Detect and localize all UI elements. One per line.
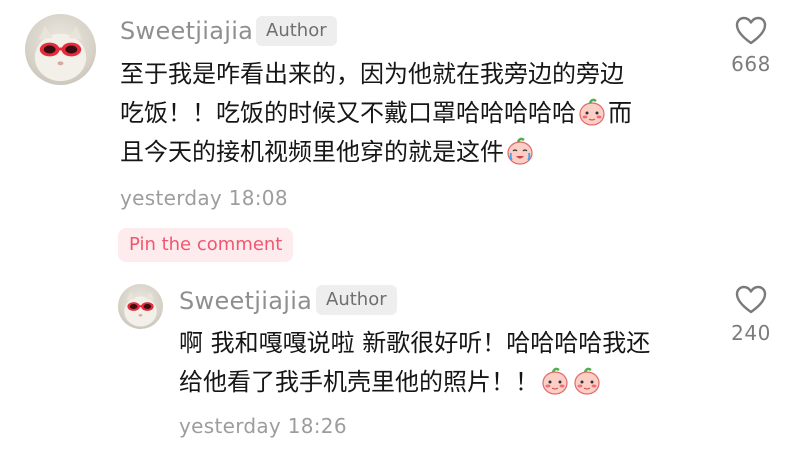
- heart-outline-icon: [735, 285, 767, 314]
- comment-line-text: 而: [608, 99, 632, 127]
- comment-thread: Sweetjiajia Author 至于我是咋看出来的，因为他就在我旁边的旁边…: [0, 0, 800, 452]
- reply-line-text: 给他看了我手机壳里他的照片！！: [179, 368, 539, 396]
- avatar-cat-icon: [124, 291, 157, 327]
- crying-laughing-peach-emoji: [505, 136, 535, 166]
- comment-line: 且今天的接机视频里他穿的就是这件: [120, 133, 536, 172]
- author-badge: Author: [316, 285, 397, 315]
- heart-outline-icon: [735, 16, 767, 45]
- like-count: 668: [731, 52, 771, 76]
- comment-username[interactable]: Sweetjiajia: [120, 19, 253, 43]
- blushing-peach-emoji: [540, 366, 570, 396]
- reply-like-button[interactable]: 240: [716, 285, 786, 345]
- pin-comment-button[interactable]: Pin the comment: [118, 228, 294, 262]
- comment-line: 吃饭！！吃饭的时候又不戴口罩哈哈哈哈哈 而: [120, 94, 632, 133]
- like-button[interactable]: 668: [716, 16, 786, 76]
- reply-line: 给他看了我手机壳里他的照片！！: [179, 363, 603, 402]
- comment-timestamp: yesterday 18:08: [120, 186, 288, 210]
- blushing-peach-emoji: [577, 97, 607, 127]
- author-badge: Author: [256, 16, 337, 46]
- reply-line: 啊 我和嘎嘎说啦 新歌很好听！哈哈哈哈我还: [179, 329, 651, 357]
- avatar-cat-icon: [34, 25, 87, 82]
- reply-username[interactable]: Sweetjiajia: [179, 289, 312, 313]
- reply-timestamp: yesterday 18:26: [179, 414, 347, 438]
- avatar[interactable]: [25, 14, 96, 85]
- reply-avatar[interactable]: [118, 284, 163, 329]
- blushing-peach-emoji: [572, 366, 602, 396]
- reply-like-count: 240: [731, 321, 771, 345]
- comment-line-text: 吃饭！！吃饭的时候又不戴口罩哈哈哈哈哈: [120, 99, 576, 127]
- comment-line-text: 且今天的接机视频里他穿的就是这件: [120, 138, 504, 166]
- comment-line: 至于我是咋看出来的，因为他就在我旁边的旁边: [120, 60, 624, 88]
